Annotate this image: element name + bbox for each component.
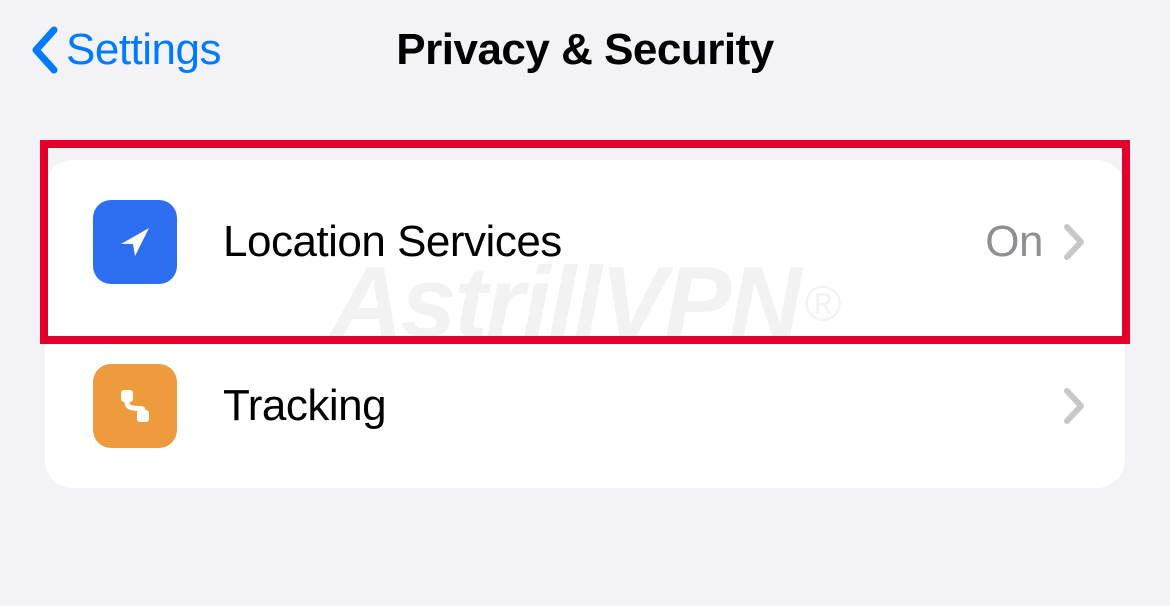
item-label: Tracking xyxy=(223,381,1063,431)
tracking-icon xyxy=(93,364,177,448)
back-label: Settings xyxy=(66,25,221,75)
location-arrow-icon xyxy=(93,200,177,284)
item-value: On xyxy=(985,217,1043,267)
chevron-left-icon xyxy=(30,26,58,74)
back-button[interactable]: Settings xyxy=(30,25,221,75)
list-item-tracking[interactable]: Tracking xyxy=(45,324,1125,488)
item-label: Location Services xyxy=(223,217,985,267)
chevron-right-icon xyxy=(1063,387,1085,425)
header: Settings Privacy & Security xyxy=(0,0,1170,110)
list-item-location-services[interactable]: Location Services On xyxy=(45,160,1125,324)
page-title: Privacy & Security xyxy=(396,25,773,75)
chevron-right-icon xyxy=(1063,223,1085,261)
settings-list: Location Services On Tracking xyxy=(45,160,1125,488)
